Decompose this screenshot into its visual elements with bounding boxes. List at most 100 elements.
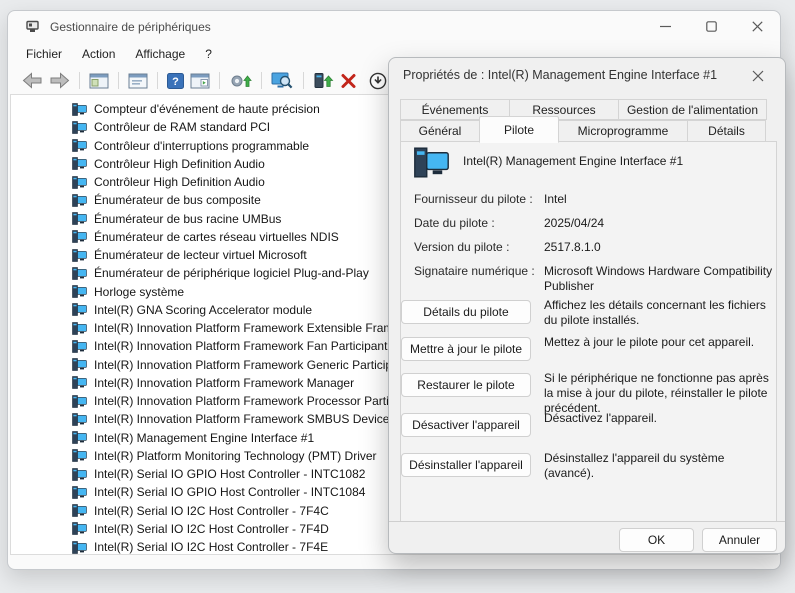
device-icon bbox=[72, 212, 87, 225]
device-icon bbox=[72, 486, 87, 499]
dialog-title: Propriétés de : Intel(R) Management Engi… bbox=[403, 68, 735, 82]
device-icon-large bbox=[413, 147, 450, 183]
tree-item-label: Intel(R) GNA Scoring Accelerator module bbox=[94, 303, 312, 317]
info-value-date-du-pilote: 2025/04/24 bbox=[544, 216, 776, 231]
device-icon bbox=[72, 358, 87, 371]
toolbar-separator bbox=[79, 72, 80, 89]
tree-item-label: Contrôleur High Definition Audio bbox=[94, 175, 265, 189]
tree-item-label: Horloge système bbox=[94, 285, 184, 299]
tree-item-label: Intel(R) Innovation Platform Framework P… bbox=[94, 394, 389, 408]
desinstaller-l-appareil-button[interactable]: Désinstaller l'appareil bbox=[401, 453, 531, 477]
device-icon bbox=[72, 522, 87, 535]
device-icon bbox=[72, 121, 87, 134]
device-icon bbox=[72, 103, 87, 116]
tree-item-label: Intel(R) Innovation Platform Framework S… bbox=[94, 412, 389, 426]
toolbar-separator bbox=[219, 72, 220, 89]
add-driver-icon[interactable] bbox=[310, 71, 337, 91]
device-icon bbox=[72, 340, 87, 353]
device-icon bbox=[72, 285, 87, 298]
back-icon[interactable] bbox=[19, 71, 46, 90]
tab-row-1: ÉvénementsRessourcesGestion de l'aliment… bbox=[400, 99, 766, 120]
device-icon bbox=[72, 157, 87, 170]
device-icon bbox=[72, 413, 87, 426]
info-label-date-du-pilote: Date du pilote : bbox=[414, 216, 495, 230]
close-button[interactable] bbox=[734, 11, 780, 42]
tree-item-label: Compteur d'événement de haute précision bbox=[94, 102, 320, 116]
tree-item-label: Intel(R) Innovation Platform Framework F… bbox=[94, 339, 387, 353]
tab-row-2: GénéralPiloteMicroprogrammeDétails bbox=[400, 120, 765, 143]
title-bar: Gestionnaire de périphériques bbox=[8, 11, 780, 42]
device-icon bbox=[72, 249, 87, 262]
svg-text:?: ? bbox=[172, 76, 179, 88]
ok-button[interactable]: OK bbox=[619, 528, 694, 552]
info-value-fournisseur-du-pilote: Intel bbox=[544, 192, 776, 207]
tree-item-label: Contrôleur d'interruptions programmable bbox=[94, 139, 309, 153]
tab-pilote[interactable]: Pilote bbox=[479, 116, 559, 143]
info-value-signataire-numerique: Microsoft Windows Hardware Compatibility… bbox=[544, 264, 776, 294]
device-icon bbox=[72, 176, 87, 189]
tree-item-label: Énumérateur de périphérique logiciel Plu… bbox=[94, 266, 369, 280]
show-console-tree-icon[interactable] bbox=[86, 72, 112, 90]
uninstall-device-icon[interactable] bbox=[337, 72, 360, 90]
tree-item-label: Intel(R) Serial IO I2C Host Controller -… bbox=[94, 504, 329, 518]
device-icon bbox=[72, 504, 87, 517]
device-icon bbox=[72, 230, 87, 243]
maximize-button[interactable] bbox=[688, 11, 734, 42]
tab-details[interactable]: Détails bbox=[687, 120, 766, 142]
device-icon bbox=[72, 376, 87, 389]
help-icon[interactable]: ? bbox=[164, 72, 187, 90]
mettre-a-jour-le-pilote-button[interactable]: Mettre à jour le pilote bbox=[401, 337, 531, 361]
tree-item-label: Énumérateur de bus composite bbox=[94, 193, 261, 207]
desinstaller-l-appareil-description: Désinstallez l'appareil du système (avan… bbox=[544, 451, 777, 481]
tab-gestion-de-l-alimentation[interactable]: Gestion de l'alimentation bbox=[618, 99, 767, 120]
update-driver-icon[interactable] bbox=[226, 71, 255, 91]
tree-item-label: Contrôleur de RAM standard PCI bbox=[94, 120, 270, 134]
restaurer-le-pilote-description: Si le périphérique ne fonctionne pas apr… bbox=[544, 371, 777, 416]
menu-fichier[interactable]: Fichier bbox=[16, 44, 72, 64]
restaurer-le-pilote-button[interactable]: Restaurer le pilote bbox=[401, 373, 531, 397]
menu-action[interactable]: Action bbox=[72, 44, 125, 64]
tree-item-label: Intel(R) Serial IO GPIO Host Controller … bbox=[94, 485, 365, 499]
device-icon bbox=[72, 449, 87, 462]
device-icon bbox=[72, 395, 87, 408]
info-value-version-du-pilote: 2517.8.1.0 bbox=[544, 240, 776, 255]
device-icon bbox=[72, 194, 87, 207]
device-icon bbox=[72, 267, 87, 280]
info-label-version-du-pilote: Version du pilote : bbox=[414, 240, 509, 254]
tree-item-label: Énumérateur de lecteur virtuel Microsoft bbox=[94, 248, 307, 262]
tab-microprogramme[interactable]: Microprogramme bbox=[558, 120, 688, 142]
tree-item-label: Intel(R) Innovation Platform Framework E… bbox=[94, 321, 393, 335]
scan-hardware-changes-icon[interactable] bbox=[268, 71, 297, 91]
device-icon bbox=[72, 468, 87, 481]
menu-item[interactable]: ? bbox=[195, 44, 222, 64]
dialog-close-icon[interactable] bbox=[741, 64, 775, 88]
device-icon bbox=[72, 431, 87, 444]
tree-item-label: Intel(R) Serial IO I2C Host Controller -… bbox=[94, 522, 329, 536]
desactiver-l-appareil-button[interactable]: Désactiver l'appareil bbox=[401, 413, 531, 437]
mettre-a-jour-le-pilote-description: Mettez à jour le pilote pour cet apparei… bbox=[544, 335, 777, 350]
tree-item-label: Intel(R) Management Engine Interface #1 bbox=[94, 431, 314, 445]
cancel-button[interactable]: Annuler bbox=[702, 528, 777, 552]
tree-item-label: Énumérateur de cartes réseau virtuelles … bbox=[94, 230, 339, 244]
device-icon bbox=[72, 139, 87, 152]
device-manager-app-icon bbox=[25, 19, 40, 34]
toolbar-separator bbox=[261, 72, 262, 89]
toolbar-separator bbox=[157, 72, 158, 89]
tree-item-label: Intel(R) Serial IO GPIO Host Controller … bbox=[94, 467, 365, 481]
tree-item-label: Contrôleur High Definition Audio bbox=[94, 157, 265, 171]
forward-icon[interactable] bbox=[46, 71, 73, 90]
details-du-pilote-button[interactable]: Détails du pilote bbox=[401, 300, 531, 324]
device-icon bbox=[72, 322, 87, 335]
desktop-background: Gestionnaire de périphériques FichierAct… bbox=[0, 0, 795, 593]
tree-item-label: Intel(R) Platform Monitoring Technology … bbox=[94, 449, 377, 463]
menu-affichage[interactable]: Affichage bbox=[125, 44, 195, 64]
tab-general[interactable]: Général bbox=[400, 120, 480, 142]
properties-icon[interactable] bbox=[125, 72, 151, 90]
device-icon bbox=[72, 303, 87, 316]
show-action-pane-icon[interactable] bbox=[187, 72, 213, 90]
tree-item-label: Intel(R) Innovation Platform Framework G… bbox=[94, 358, 392, 372]
disable-device-icon[interactable] bbox=[366, 71, 390, 91]
minimize-button[interactable] bbox=[642, 11, 688, 42]
window-title: Gestionnaire de périphériques bbox=[50, 20, 211, 34]
device-icon bbox=[72, 541, 87, 554]
